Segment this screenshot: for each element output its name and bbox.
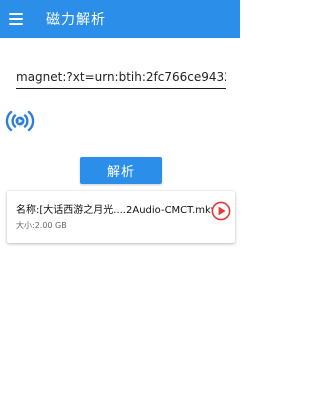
result-card[interactable]: 名称:[大话西游之月光....2Audio-CMCT.mkv.mp4 大小:2.… <box>7 191 235 243</box>
menu-icon[interactable] <box>6 8 28 30</box>
broadcast-play-icon[interactable] <box>4 108 36 134</box>
play-circle-icon[interactable] <box>211 201 231 221</box>
parse-button[interactable]: 解析 <box>80 157 162 184</box>
menu-icon-line <box>9 23 23 25</box>
result-file-name: 名称:[大话西游之月光....2Audio-CMCT.mkv.mp4 <box>16 205 212 216</box>
magnet-link-input[interactable] <box>16 66 226 89</box>
app-bar: 磁力解析 <box>0 0 240 38</box>
menu-icon-line <box>9 18 23 20</box>
page-title: 磁力解析 <box>46 12 106 28</box>
menu-icon-line <box>9 13 23 15</box>
result-file-size: 大小:2.00 GB <box>16 221 67 230</box>
